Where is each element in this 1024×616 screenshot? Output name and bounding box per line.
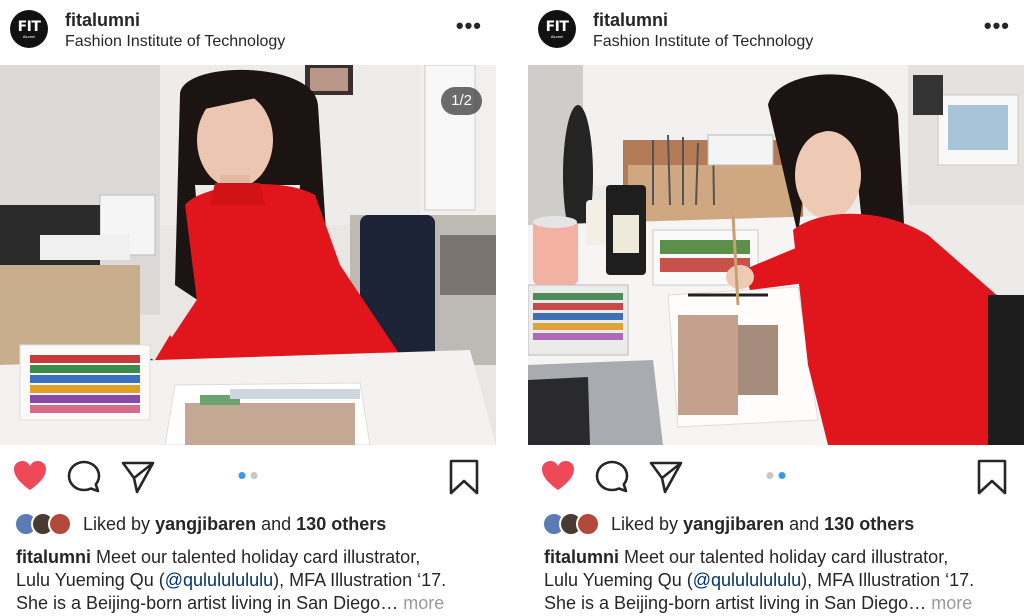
- likes-user[interactable]: yangjibaren: [683, 514, 784, 534]
- bookmark-icon[interactable]: [446, 459, 482, 495]
- photo-illustration-artist-painting: [528, 65, 1024, 445]
- avatar-logo-subtext: Alumni: [22, 33, 36, 39]
- post-header: FIT Alumni fitalumni Fashion Institute o…: [0, 0, 496, 65]
- caption-line-2-end: ), MFA Illustration ‘17.: [801, 570, 975, 590]
- caption-line-2-start: Lulu Yueming Qu (: [16, 570, 165, 590]
- page: FIT Alumni fitalumni Fashion Institute o…: [0, 0, 1024, 616]
- caption-line-1: Meet our talented holiday card illustrat…: [96, 547, 421, 567]
- likes-summary[interactable]: Liked by yangjibaren and 130 others: [83, 514, 386, 535]
- post-photo[interactable]: 1/2: [0, 65, 496, 445]
- caption-more-link[interactable]: more: [931, 593, 972, 613]
- account-avatar[interactable]: FIT Alumni: [10, 10, 48, 48]
- caption-line-3: She is a Beijing-born artist living in S…: [16, 593, 399, 613]
- paper-plane-icon[interactable]: [648, 459, 684, 495]
- likes-conj: and: [261, 513, 292, 534]
- carousel-dot-2: [778, 472, 786, 479]
- caption-mention-link[interactable]: @qulululululu: [165, 570, 273, 590]
- liker-avatar[interactable]: [576, 512, 600, 536]
- avatar-logo-text: FIT: [17, 18, 41, 35]
- action-bar: [0, 445, 496, 507]
- post-caption: fitalumni Meet our talented holiday card…: [16, 546, 486, 615]
- more-dots-icon[interactable]: •••: [456, 15, 482, 37]
- account-avatar[interactable]: FIT Alumni: [538, 10, 576, 48]
- carousel-dot-1: [238, 472, 246, 479]
- caption-username[interactable]: fitalumni: [16, 547, 91, 567]
- likes-prefix: Liked by: [83, 513, 151, 534]
- carousel-dot-1: [766, 472, 774, 479]
- action-bar: [528, 445, 1024, 507]
- post-header: FIT Alumni fitalumni Fashion Institute o…: [528, 0, 1024, 65]
- posts-divider: [496, 0, 528, 616]
- photo-illustration-artist-at-desk: [0, 65, 496, 445]
- slide-counter: 1/2: [441, 87, 482, 115]
- likes-row: Liked by yangjibaren and 130 others: [542, 510, 914, 538]
- likes-conj: and: [789, 513, 820, 534]
- caption-more-link[interactable]: more: [403, 593, 444, 613]
- likes-prefix: Liked by: [611, 513, 679, 534]
- post-2: FIT Alumni fitalumni Fashion Institute o…: [528, 0, 1024, 616]
- account-username[interactable]: fitalumni: [65, 10, 140, 31]
- post-photo[interactable]: [528, 65, 1024, 445]
- post-location[interactable]: Fashion Institute of Technology: [593, 33, 813, 51]
- avatar-logo-text: FIT: [545, 18, 569, 35]
- bookmark-icon[interactable]: [974, 459, 1010, 495]
- post-caption: fitalumni Meet our talented holiday card…: [544, 546, 1014, 615]
- caption-username[interactable]: fitalumni: [544, 547, 619, 567]
- account-username[interactable]: fitalumni: [593, 10, 668, 31]
- likes-others[interactable]: 130 others: [296, 514, 386, 534]
- caption-line-3: She is a Beijing-born artist living in S…: [544, 593, 927, 613]
- likes-summary[interactable]: Liked by yangjibaren and 130 others: [611, 514, 914, 535]
- likes-others[interactable]: 130 others: [824, 514, 914, 534]
- comment-bubble-icon[interactable]: [594, 459, 630, 495]
- post-1: FIT Alumni fitalumni Fashion Institute o…: [0, 0, 496, 616]
- likes-row: Liked by yangjibaren and 130 others: [14, 510, 386, 538]
- carousel-dots: [766, 472, 786, 479]
- caption-line-1: Meet our talented holiday card illustrat…: [624, 547, 949, 567]
- paper-plane-icon[interactable]: [120, 459, 156, 495]
- heart-filled-icon[interactable]: [12, 459, 48, 495]
- avatar-logo-subtext: Alumni: [550, 33, 564, 39]
- heart-filled-icon[interactable]: [540, 459, 576, 495]
- caption-line-2-start: Lulu Yueming Qu (: [544, 570, 693, 590]
- caption-line-2-end: ), MFA Illustration ‘17.: [273, 570, 447, 590]
- post-location[interactable]: Fashion Institute of Technology: [65, 33, 285, 51]
- liker-avatar[interactable]: [48, 512, 72, 536]
- comment-bubble-icon[interactable]: [66, 459, 102, 495]
- carousel-dot-2: [250, 472, 258, 479]
- more-dots-icon[interactable]: •••: [984, 15, 1010, 37]
- likes-user[interactable]: yangjibaren: [155, 514, 256, 534]
- caption-mention-link[interactable]: @qulululululu: [693, 570, 801, 590]
- carousel-dots: [238, 472, 258, 479]
